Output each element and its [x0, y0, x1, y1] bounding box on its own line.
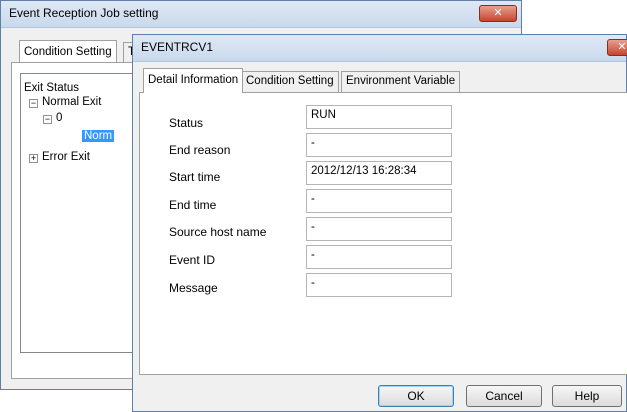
end-time-label: End time — [169, 198, 217, 212]
tree-item-error-exit[interactable]: Error Exit — [42, 151, 90, 163]
cancel-button[interactable]: Cancel — [466, 385, 542, 407]
dialog-title: EVENTRCV1 — [141, 40, 214, 54]
tab-condition-setting[interactable]: Condition Setting — [19, 40, 117, 63]
collapse-icon[interactable]: − — [43, 115, 52, 124]
event-id-field[interactable]: - — [306, 245, 452, 269]
tab-environment-variable[interactable]: Environment Variable — [341, 71, 461, 92]
help-button[interactable]: Help — [552, 385, 622, 407]
start-time-field[interactable]: 2012/12/13 16:28:34 — [306, 161, 452, 185]
end-time-field[interactable]: - — [306, 189, 452, 213]
condition-panel: Exit Status − Normal Exit − 0 Norm + Err… — [11, 62, 151, 379]
message-label: Message — [169, 281, 218, 295]
event-id-label: Event ID — [169, 253, 216, 267]
collapse-icon[interactable]: − — [29, 99, 38, 108]
tree-item-selected[interactable]: Norm — [82, 130, 115, 142]
tree-item-normal-exit[interactable]: Normal Exit — [42, 96, 101, 108]
tree-item-zero[interactable]: 0 — [56, 112, 62, 124]
expand-icon[interactable]: + — [29, 154, 38, 163]
window-titlebar[interactable]: Event Reception Job setting ✕ — [1, 1, 521, 28]
dialog-titlebar[interactable]: EVENTRCV1 ✕ — [133, 35, 627, 62]
window-title: Event Reception Job setting — [9, 6, 159, 20]
message-field[interactable]: - — [306, 273, 452, 297]
close-button[interactable]: ✕ — [479, 5, 517, 22]
tab-detail-information[interactable]: Detail Information — [143, 68, 244, 93]
status-field[interactable]: RUN — [306, 105, 452, 129]
end-reason-field[interactable]: - — [306, 133, 452, 157]
source-host-name-field[interactable]: - — [306, 217, 452, 241]
tree-root-exit-status[interactable]: Exit Status — [24, 82, 79, 94]
exit-status-tree: Exit Status − Normal Exit − 0 Norm + Err… — [20, 73, 140, 353]
tab-condition-setting[interactable]: Condition Setting — [241, 71, 339, 92]
source-host-name-label: Source host name — [169, 225, 267, 239]
ok-button[interactable]: OK — [378, 385, 454, 407]
start-time-label: Start time — [169, 170, 221, 184]
detail-information-panel: Status RUN End reason - Start time 2012/… — [139, 92, 627, 375]
close-button[interactable]: ✕ — [607, 39, 627, 56]
eventrcv1-dialog: EVENTRCV1 ✕ Detail Information Condition… — [132, 34, 627, 412]
end-reason-label: End reason — [169, 143, 231, 157]
status-label: Status — [169, 116, 204, 130]
